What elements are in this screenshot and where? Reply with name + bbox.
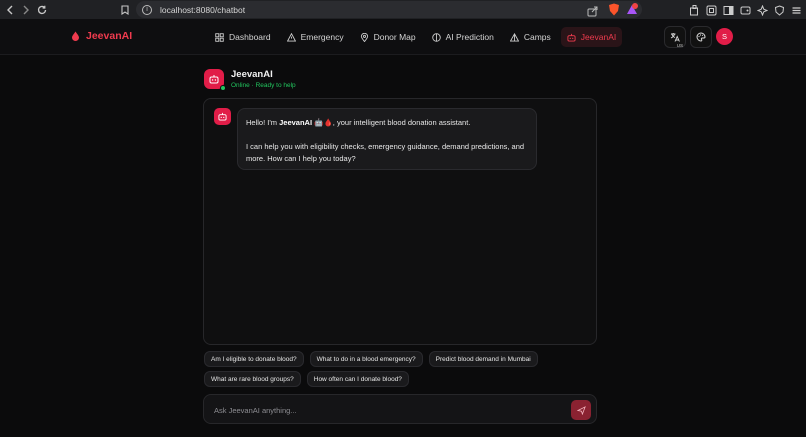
screenshot-icon[interactable] [706, 3, 717, 16]
nav-camps[interactable]: Camps [504, 27, 557, 47]
greeting-line: Hello! I'm JeevanAI 🤖🩸, your intelligent… [246, 117, 528, 129]
suggestion-chip[interactable]: What to do in a blood emergency? [309, 351, 423, 367]
chat-title: JeevanAI [231, 69, 273, 80]
suggestion-chip[interactable]: How often can I donate blood? [306, 371, 409, 387]
suggestion-chip[interactable]: Predict blood demand in Mumbai [428, 351, 538, 367]
brand-logo[interactable]: JeevanAI [71, 30, 132, 42]
bot-icon [218, 112, 227, 121]
suggestion-row: Am I eligible to donate blood? What to d… [204, 351, 604, 367]
tent-icon [509, 32, 519, 42]
blood-drop-icon [72, 31, 79, 41]
browser-toolbar: i localhost:8080/chatbot [0, 0, 806, 19]
leo-ai-icon[interactable] [756, 3, 769, 17]
bot-avatar [204, 69, 226, 91]
sidebar-icon[interactable] [723, 3, 734, 15]
language-code: US [676, 43, 683, 48]
warning-icon [286, 32, 296, 42]
nav-label: Camps [523, 32, 551, 42]
bot-message-bubble: Hello! I'm JeevanAI 🤖🩸, your intelligent… [237, 108, 537, 170]
nav-label: Donor Map [373, 32, 416, 42]
message-body: I can help you with eligibility checks, … [246, 142, 525, 163]
nav-dashboard[interactable]: Dashboard [209, 27, 277, 47]
chat-messages-panel[interactable]: Hello! I'm JeevanAI 🤖🩸, your intelligent… [203, 98, 597, 345]
nav-ai-prediction[interactable]: AI Prediction [426, 27, 500, 47]
bot-message-avatar [214, 108, 231, 125]
palette-icon [696, 32, 706, 42]
translate-icon [670, 33, 680, 42]
address-bar[interactable]: i localhost:8080/chatbot [136, 1, 642, 18]
brand-name: JeevanAI [86, 30, 133, 42]
back-icon[interactable] [2, 0, 18, 19]
nav-label: Dashboard [229, 32, 271, 42]
site-info-icon[interactable]: i [142, 4, 152, 15]
grid-icon [215, 32, 224, 42]
brain-icon [431, 32, 441, 42]
forward-icon[interactable] [18, 0, 34, 19]
wallet-icon[interactable] [740, 3, 751, 15]
greeting-post: 🤖🩸, your intelligent blood donation assi… [312, 118, 471, 127]
extension-icons [689, 3, 802, 17]
chat-status: Online · Ready to help [231, 82, 296, 89]
greeting-name: JeevanAI [279, 118, 313, 127]
language-button[interactable]: US [664, 26, 686, 48]
menu-icon[interactable] [791, 3, 802, 14]
vpn-shield-icon[interactable] [774, 3, 785, 16]
send-icon [576, 405, 586, 415]
url-text: localhost:8080/chatbot [160, 4, 246, 15]
nav-label: AI Prediction [445, 32, 494, 42]
map-pin-icon [360, 32, 368, 42]
suggestion-chips: Am I eligible to donate blood? What to d… [204, 351, 604, 391]
bookmark-icon[interactable] [118, 3, 132, 17]
chat-input-container [203, 394, 597, 424]
nav-label: JeevanAI [580, 32, 617, 42]
online-indicator [220, 85, 226, 91]
nav-label: Emergency [300, 32, 344, 42]
nav-emergency[interactable]: Emergency [281, 27, 350, 47]
suggestion-chip[interactable]: Am I eligible to donate blood? [204, 351, 304, 367]
user-avatar[interactable]: S [716, 28, 733, 45]
theme-button[interactable] [690, 26, 712, 48]
nav-jeevanai[interactable]: JeevanAI [560, 27, 623, 47]
nav-donor-map[interactable]: Donor Map [354, 27, 422, 47]
main-nav: Dashboard Emergency Donor Map AI Predict… [209, 27, 623, 47]
send-button[interactable] [571, 400, 591, 420]
bot-icon [209, 75, 219, 84]
chat-input[interactable] [214, 402, 554, 418]
app-header: JeevanAI Dashboard Emergency Donor Map A… [0, 19, 806, 55]
reload-icon[interactable] [34, 0, 50, 19]
suggestion-row: What are rare blood groups? How often ca… [204, 371, 604, 387]
greeting-pre: Hello! I'm [246, 118, 280, 127]
bot-icon [567, 33, 576, 42]
suggestion-chip[interactable]: What are rare blood groups? [204, 371, 301, 387]
puzzle-icon[interactable] [689, 3, 700, 16]
